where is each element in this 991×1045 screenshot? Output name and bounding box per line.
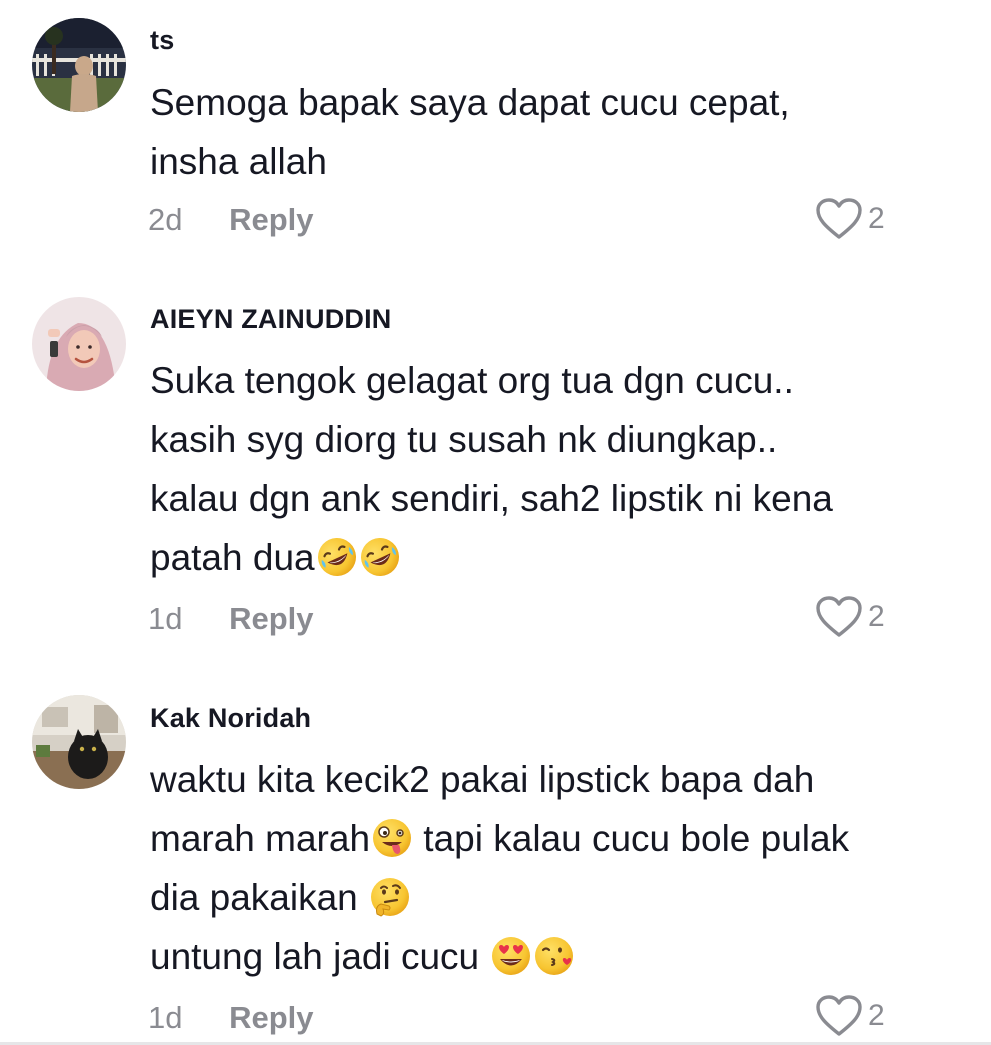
comment-timestamp: 1d — [148, 601, 183, 636]
reply-button[interactable]: Reply — [229, 202, 313, 238]
comment-username[interactable]: AIEYN ZAINUDDIN — [150, 304, 392, 335]
comment-text: Semoga bapak saya dapat cucu cepat, insh… — [150, 73, 950, 191]
comment-line-text: marah marah — [150, 818, 371, 859]
heart-outline-icon — [816, 198, 862, 239]
comment-text: Suka tengok gelagat org tua dgn cucu.. k… — [150, 351, 950, 587]
rolling-on-floor-laughing-emoji — [317, 538, 356, 576]
comment-meta: 2d Reply — [148, 202, 314, 238]
comment-line: Suka tengok gelagat org tua dgn cucu.. — [150, 360, 794, 401]
zany-face-emoji — [373, 819, 412, 857]
comment-line: insha allah — [150, 141, 327, 182]
like-count: 2 — [868, 999, 885, 1032]
comment-meta: 1d Reply — [148, 1000, 314, 1036]
comment-line: untung lah jadi cucu — [150, 927, 950, 986]
avatar[interactable] — [32, 695, 126, 789]
rolling-on-floor-laughing-emoji — [360, 538, 399, 576]
heart-outline-icon — [816, 995, 862, 1036]
reply-button[interactable]: Reply — [229, 601, 313, 637]
comment-line: kalau dgn ank sendiri, sah2 lipstik ni k… — [150, 478, 833, 519]
comment-line: Semoga bapak saya dapat cucu cepat, — [150, 82, 790, 123]
comment-username[interactable]: Kak Noridah — [150, 703, 311, 734]
comment-username[interactable]: ts — [150, 25, 174, 56]
comment-timestamp: 1d — [148, 1000, 183, 1035]
comment-line-text: tapi kalau cucu bole pulak — [413, 818, 850, 859]
comment-meta: 1d Reply — [148, 601, 314, 637]
comment-line-text: patah dua — [150, 537, 315, 578]
comment-line: dia pakaikan — [150, 868, 950, 927]
comment-text: waktu kita kecik2 pakai lipstick bapa da… — [150, 750, 950, 986]
comment-line: kasih syg diorg tu susah nk diungkap.. — [150, 419, 778, 460]
comment-line-text: dia pakaikan — [150, 877, 369, 918]
thinking-face-emoji — [371, 878, 410, 917]
like-count: 2 — [868, 202, 885, 235]
face-blowing-kiss-emoji — [535, 937, 574, 975]
heart-eyes-emoji — [492, 937, 531, 975]
comment-line: marah marah tapi kalau cucu bole pulak — [150, 809, 950, 868]
heart-outline-icon — [816, 596, 862, 637]
reply-button[interactable]: Reply — [229, 1000, 313, 1036]
like-button[interactable]: 2 — [814, 594, 885, 640]
avatar[interactable] — [32, 18, 126, 112]
like-count: 2 — [868, 600, 885, 633]
like-button[interactable]: 2 — [814, 196, 885, 242]
like-button[interactable]: 2 — [814, 993, 885, 1039]
avatar[interactable] — [32, 297, 126, 391]
comment-line: patah dua — [150, 528, 950, 587]
comment-line-text: untung lah jadi cucu — [150, 936, 490, 977]
comment-line: waktu kita kecik2 pakai lipstick bapa da… — [150, 759, 815, 800]
comment-timestamp: 2d — [148, 202, 183, 237]
